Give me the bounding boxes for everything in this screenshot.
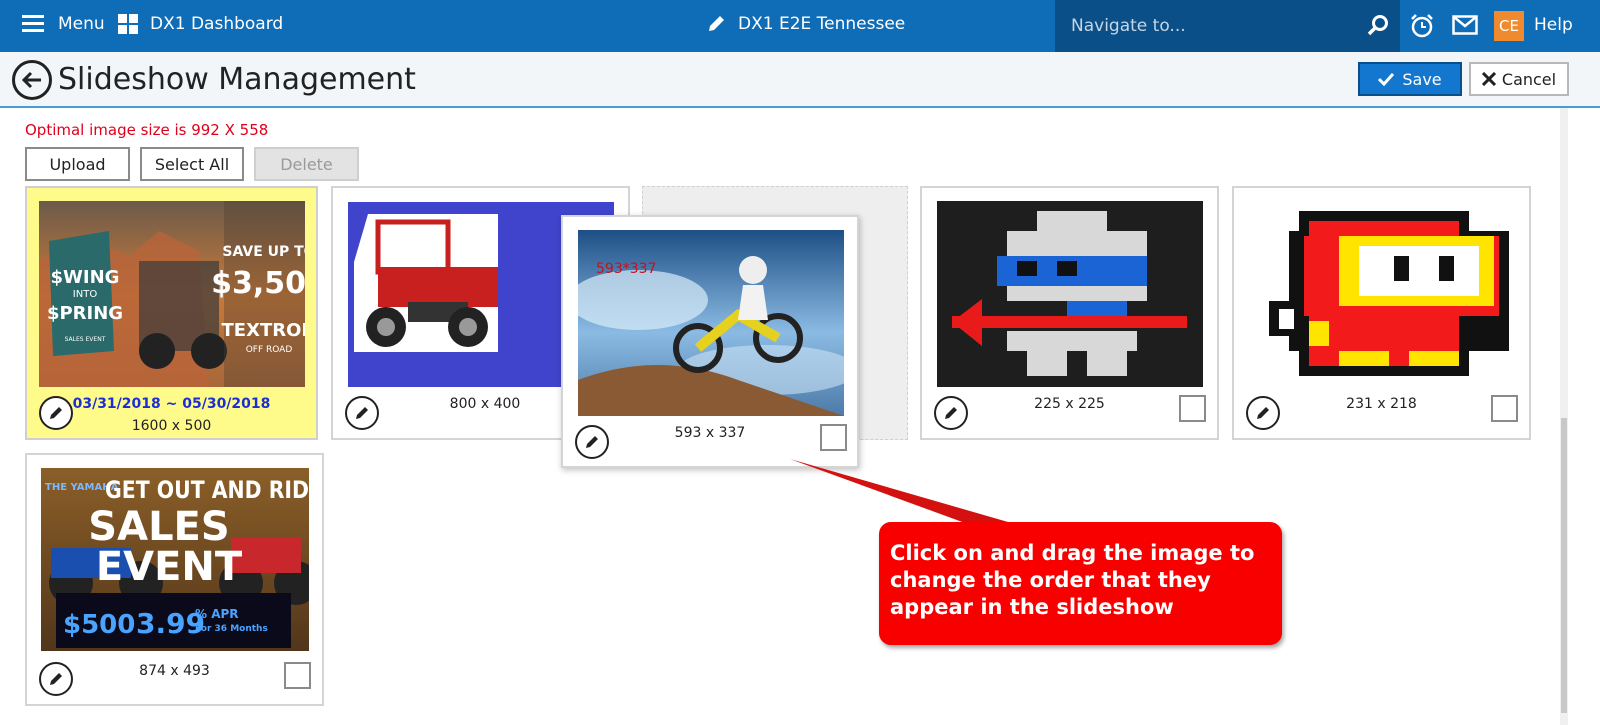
select-checkbox[interactable]	[820, 424, 847, 451]
select-checkbox[interactable]	[284, 662, 311, 689]
image-thumbnail[interactable]: $WING INTO $PRING SALES EVENT SAVE UP TO…	[39, 201, 305, 387]
dashboard-label: DX1 Dashboard	[150, 14, 284, 34]
optimal-size-hint: Optimal image size is 992 X 558	[25, 121, 269, 139]
thumb-text: TEXTRON	[222, 320, 305, 341]
site-label: DX1 E2E Tennessee	[738, 14, 906, 34]
thumb-text: $WING	[51, 267, 120, 288]
help-link[interactable]: Help	[1534, 15, 1573, 35]
callout-text: Click on and drag the image to change th…	[890, 541, 1255, 619]
thumb-text: INTO	[73, 289, 98, 300]
back-button[interactable]	[12, 60, 52, 100]
thumb-text: For 36 Months	[195, 624, 268, 634]
thumb-text: % APR	[195, 607, 239, 621]
page-title: Slideshow Management	[58, 62, 416, 97]
cancel-label: Cancel	[1501, 69, 1557, 89]
checkmark-icon	[1378, 72, 1395, 86]
select-checkbox[interactable]	[1491, 395, 1518, 422]
close-icon	[1481, 72, 1496, 86]
image-dimensions: 225 x 225	[1034, 396, 1105, 412]
save-button[interactable]: Save	[1358, 62, 1462, 96]
hamburger-icon	[22, 15, 44, 32]
instruction-callout: Click on and drag the image to change th…	[879, 522, 1282, 645]
image-card-dragging[interactable]: 593*337 593 x 337	[561, 215, 859, 468]
menu-label: Menu	[58, 14, 105, 34]
navigate-input[interactable]	[1071, 12, 1351, 40]
image-dimensions: 1600 x 500	[131, 418, 212, 434]
image-thumbnail[interactable]	[937, 201, 1203, 387]
menu-button[interactable]: Menu	[22, 14, 105, 34]
select-all-button[interactable]: Select All	[140, 147, 244, 181]
site-selector[interactable]: DX1 E2E Tennessee	[706, 14, 905, 34]
image-card[interactable]: THE YAMAHA GET OUT AND RID SALES EVENT $…	[25, 453, 324, 706]
image-card[interactable]: 231 x 218	[1232, 186, 1531, 440]
user-avatar[interactable]: CE	[1494, 11, 1524, 41]
image-dimensions: 874 x 493	[139, 663, 210, 679]
thumb-text: $PRING	[47, 303, 123, 324]
delete-button: Delete	[254, 147, 359, 181]
image-card[interactable]: $WING INTO $PRING SALES EVENT SAVE UP TO…	[25, 186, 318, 440]
thumb-text: GET OUT AND RID	[105, 476, 309, 504]
image-card[interactable]: 225 x 225	[920, 186, 1219, 440]
image-thumbnail[interactable]: 593*337	[578, 230, 844, 416]
upload-button[interactable]: Upload	[25, 147, 130, 181]
image-dimensions: 593 x 337	[674, 425, 746, 441]
navigate-search	[1055, 0, 1400, 52]
vertical-scrollbar[interactable]	[1560, 108, 1568, 725]
thumb-text: 593*337	[596, 261, 656, 277]
thumb-text: $3,500	[211, 266, 305, 301]
image-dimensions: 231 x 218	[1346, 396, 1417, 412]
dashboard-grid-icon	[118, 14, 138, 34]
search-icon[interactable]	[1367, 14, 1389, 36]
thumb-text: OFF ROAD	[246, 345, 293, 355]
pencil-icon	[709, 16, 724, 31]
scrollbar-thumb[interactable]	[1561, 418, 1567, 713]
select-checkbox[interactable]	[1179, 395, 1206, 422]
dashboard-link[interactable]: DX1 Dashboard	[118, 14, 283, 34]
image-date-range: 03/31/2018 ~ 05/30/2018	[72, 396, 271, 412]
alarm-clock-icon[interactable]	[1410, 13, 1434, 39]
save-label: Save	[1402, 69, 1442, 89]
mail-icon[interactable]	[1452, 15, 1478, 35]
image-thumbnail[interactable]	[1249, 201, 1515, 387]
thumb-text: EVENT	[96, 544, 243, 590]
cancel-button[interactable]: Cancel	[1469, 62, 1569, 96]
top-nav-bar: Menu DX1 Dashboard DX1 E2E Tennessee CE …	[0, 0, 1600, 52]
page-header: Slideshow Management Save Cancel	[0, 52, 1600, 108]
thumb-text: SAVE UP TO	[222, 244, 305, 260]
thumb-text: $500	[63, 610, 135, 640]
arrow-left-icon	[21, 71, 41, 89]
image-thumbnail[interactable]: THE YAMAHA GET OUT AND RID SALES EVENT $…	[41, 468, 309, 651]
thumb-text: SALES EVENT	[65, 336, 106, 343]
